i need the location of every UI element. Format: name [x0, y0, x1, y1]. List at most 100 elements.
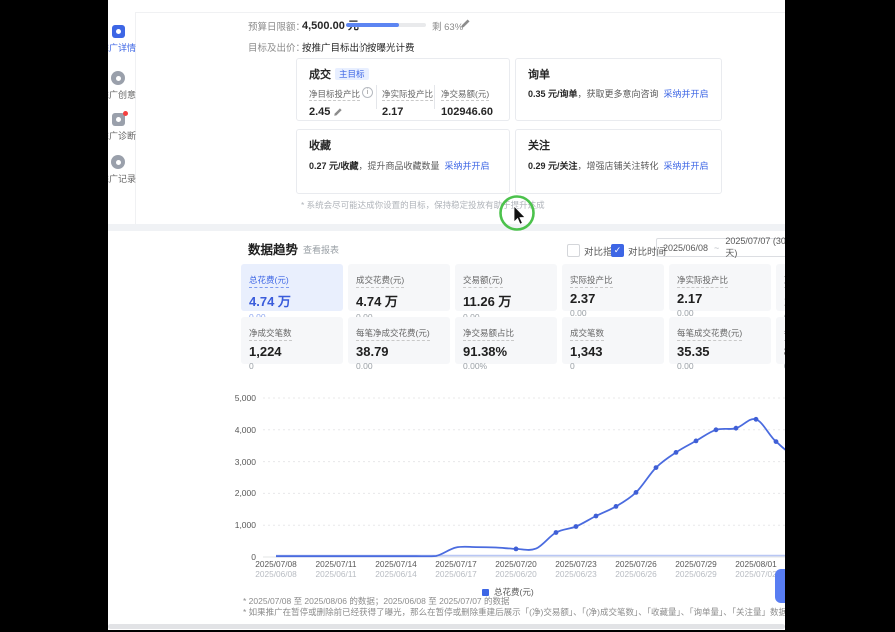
metric-tile[interactable]: 净成交笔数1,2240 — [241, 317, 343, 364]
metric-value: 1,224 — [249, 344, 343, 359]
side-drawer-handle[interactable] — [775, 569, 785, 603]
metric-label: 成交花费(元) — [356, 274, 404, 288]
sidebar-item-diagnosis[interactable]: 推广诊断 — [108, 113, 146, 142]
sidebar-item-records[interactable]: 推广记录 — [108, 155, 146, 185]
left-black-bar — [0, 0, 108, 632]
metric-value: 4.74 万 — [249, 291, 343, 310]
metric-label: 成交笔数 — [570, 327, 604, 341]
goal-card-deal: 成交 主目标 净目标投产比i 2.45 净实际投产比 2.17 净交易额(元) … — [296, 58, 510, 121]
date-range-input[interactable]: 2025/06/08 ~ 2025/07/07 (30天) — [656, 238, 785, 257]
main-content: 推广详情推广创意推广诊断推广记录 预算日限额： 4,500.00 元 剩 63%… — [108, 0, 785, 630]
sidebar-creative-icon — [111, 71, 125, 85]
metric-compare-value: 0.00% — [463, 361, 557, 371]
deal-stat-2: 净实际投产比 2.17 — [382, 84, 433, 118]
metric-tile[interactable]: 每笔成交金额(元)83.890.00 — [776, 317, 785, 364]
data-point-marker — [514, 547, 519, 552]
metric-label: 净交易额占比 — [463, 327, 514, 341]
adopt-inquiry-link[interactable]: 采纳并开启 — [664, 89, 709, 99]
metric-tile[interactable]: 成交花费(元)4.74 万0.00 — [348, 264, 450, 311]
metric-compare-value: 0.00 — [677, 361, 771, 371]
edit-budget-icon[interactable] — [460, 18, 471, 29]
data-point-marker — [674, 450, 679, 455]
x-tick-label-compare: 2025/06/20 — [485, 569, 547, 579]
x-tick-label-compare: 2025/06/08 — [245, 569, 307, 579]
bidding-label: 目标及出价： — [248, 40, 305, 54]
data-point-marker — [614, 504, 619, 509]
sidebar-item-label: 推广详情 — [108, 41, 146, 54]
metric-label: 交易额(元) — [463, 274, 503, 288]
data-point-marker — [554, 530, 559, 535]
primary-goal-badge: 主目标 — [335, 68, 369, 80]
metric-compare-value: 0 — [249, 361, 343, 371]
info-icon[interactable]: i — [362, 87, 373, 98]
footnote-2: * 如果推广在暂停或删除前已经获得了曝光，那么在暂停或删除重建后展示「(净)交易… — [243, 606, 785, 618]
x-tick-label-compare: 2025/06/26 — [605, 569, 667, 579]
sidebar-diagnosis-icon — [112, 113, 125, 126]
deal-card-title: 成交 — [309, 66, 331, 82]
metric-tile[interactable]: 成交笔数1,3430 — [562, 317, 664, 364]
goal-card-follow: 关注 0.29 元/关注，增强店铺关注转化采纳并开启 — [515, 129, 722, 194]
adopt-follow-link[interactable]: 采纳并开启 — [664, 161, 709, 171]
data-point-marker — [734, 426, 739, 431]
x-tick-label-current: 2025/07/29 — [665, 559, 727, 569]
click-indicator — [494, 190, 544, 240]
current-series-line — [276, 419, 785, 556]
compare-time-checkbox[interactable]: ✓ — [611, 244, 624, 257]
x-tick-label-compare: 2025/06/29 — [665, 569, 727, 579]
trend-title: 数据趋势 — [248, 239, 298, 258]
bidding-divider — [360, 41, 361, 51]
data-point-marker — [774, 439, 779, 444]
x-tick-label-current: 2025/07/20 — [485, 559, 547, 569]
x-tick-label-current: 2025/07/14 — [365, 559, 427, 569]
goal-card-favorite: 收藏 0.27 元/收藏，提升商品收藏数量采纳并开启 — [296, 129, 510, 194]
mouse-cursor-icon — [514, 206, 525, 224]
metric-label: 每笔成交花费(元) — [677, 327, 742, 341]
metric-tile[interactable]: 实际投产比2.370.00 — [562, 264, 664, 311]
data-point-marker — [574, 524, 579, 529]
metric-value: 91.38% — [463, 344, 557, 359]
deal-stat-1: 净目标投产比i 2.45 — [309, 84, 373, 118]
view-report-link[interactable]: 查看报表 — [303, 243, 339, 256]
metric-value: 4.74 万 — [356, 291, 450, 310]
metric-label: 每笔净成交花费(元) — [356, 327, 430, 341]
section-divider — [108, 224, 785, 231]
sidebar-item-label: 推广诊断 — [108, 129, 146, 142]
x-tick-label-current: 2025/07/08 — [245, 559, 307, 569]
goal-card-inquiry: 询单 0.35 元/询单，获取更多意向咨询采纳并开启 — [515, 58, 722, 121]
follow-card-title: 关注 — [528, 137, 550, 153]
metric-tile[interactable]: 交易额(元)11.26 万0.00 — [455, 264, 557, 311]
metric-value: 11.26 万 — [463, 291, 557, 310]
x-tick-label-current: 2025/07/17 — [425, 559, 487, 569]
metric-tile[interactable]: 净交易额(元)10.29 万0.00 — [776, 264, 785, 311]
metric-value: 38.79 — [356, 344, 450, 359]
sidebar-item-details[interactable]: 推广详情 — [108, 25, 146, 54]
sidebar-records-icon — [111, 155, 125, 169]
app-window: 推广详情推广创意推广诊断推广记录 预算日限额： 4,500.00 元 剩 63%… — [0, 0, 895, 632]
metric-label: 净成交笔数 — [249, 327, 292, 341]
metric-value: 1,343 — [570, 344, 664, 359]
x-tick-label-compare: 2025/06/11 — [305, 569, 367, 579]
metric-tile[interactable]: 净交易额占比91.38%0.00% — [455, 317, 557, 364]
metric-tile[interactable]: 每笔成交花费(元)35.350.00 — [669, 317, 771, 364]
x-tick-label-current: 2025/08/01 — [725, 559, 785, 569]
sidebar-item-creative[interactable]: 推广创意 — [108, 71, 146, 101]
x-tick-label-current: 2025/07/23 — [545, 559, 607, 569]
metric-value: 2.17 — [677, 291, 771, 306]
bidding-option-goal[interactable]: 按推广目标出价 — [302, 40, 369, 54]
metric-tile[interactable]: 每笔净成交花费(元)38.790.00 — [348, 317, 450, 364]
edit-roi-icon[interactable] — [333, 107, 343, 117]
horizontal-scrollbar[interactable] — [108, 624, 785, 629]
metric-tile[interactable]: 总花费(元)4.74 万0.00 — [241, 264, 343, 311]
metric-value: 2.37 — [570, 291, 664, 306]
trend-chart[interactable] — [238, 388, 785, 570]
top-strip — [108, 0, 785, 13]
x-tick-label-compare: 2025/06/23 — [545, 569, 607, 579]
adopt-favorite-link[interactable]: 采纳并开启 — [445, 161, 490, 171]
data-point-marker — [654, 465, 659, 470]
data-point-marker — [634, 490, 639, 495]
compare-metric-checkbox[interactable] — [567, 244, 580, 257]
notification-dot — [123, 111, 128, 116]
bidding-option-impression[interactable]: 按曝光计费 — [367, 40, 415, 54]
metric-label: 净实际投产比 — [677, 274, 728, 288]
metric-tile[interactable]: 净实际投产比2.170.00 — [669, 264, 771, 311]
